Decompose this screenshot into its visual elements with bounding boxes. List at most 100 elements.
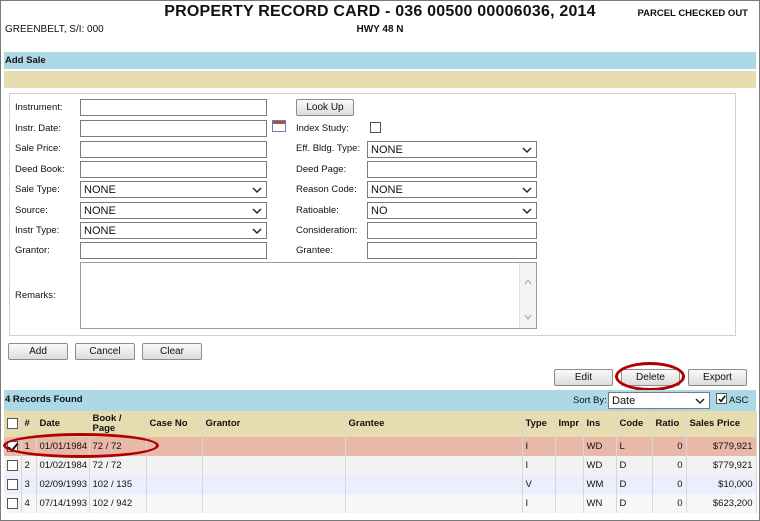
sort-by-label: Sort By:	[573, 395, 607, 406]
row-grantee	[345, 437, 523, 456]
reason-code-label: Reason Code:	[296, 184, 357, 195]
row-ratio: 0	[652, 475, 687, 494]
check-icon	[718, 395, 726, 403]
row-date: 07/14/1993	[36, 494, 90, 513]
table-row[interactable]: 4 07/14/1993 102 / 942 I WN D 0 $623,200	[4, 494, 757, 513]
row-checkbox[interactable]	[7, 497, 18, 509]
instr-type-select[interactable]: NONE	[80, 222, 267, 239]
col-impr[interactable]: Impr	[555, 411, 584, 437]
row-highlight-annotation	[3, 433, 159, 458]
row-date: 02/09/1993	[36, 475, 90, 494]
consideration-input[interactable]	[367, 222, 537, 239]
source-label: Source:	[15, 205, 48, 216]
row-number: 3	[21, 475, 37, 494]
instrument-input[interactable]	[80, 99, 267, 116]
instr-date-input[interactable]	[80, 120, 267, 137]
row-date: 01/02/1984	[36, 456, 90, 475]
sales-table: # Date Book / Page Case No Grantor Grant…	[4, 411, 757, 513]
eff-bldg-type-select[interactable]: NONE	[367, 141, 537, 158]
clear-button[interactable]: Clear	[142, 343, 202, 360]
row-case-no	[146, 494, 203, 513]
grantee-input[interactable]	[367, 242, 537, 259]
instr-date-label: Instr. Date:	[15, 123, 61, 134]
row-ins: WD	[583, 437, 617, 456]
select-all-checkbox[interactable]	[7, 418, 18, 430]
grantee-label: Grantee:	[296, 245, 333, 256]
row-sales-price: $779,921	[686, 456, 757, 475]
row-ratio: 0	[652, 437, 687, 456]
parcel-status: PARCEL CHECKED OUT	[637, 8, 749, 19]
row-select-cell[interactable]	[4, 494, 22, 513]
deed-book-input[interactable]	[80, 161, 267, 178]
sort-by-select[interactable]: Date	[608, 392, 710, 409]
reason-code-select[interactable]: NONE	[367, 181, 537, 198]
col-ratio[interactable]: Ratio	[652, 411, 687, 437]
ratioable-value: NO	[371, 205, 388, 217]
cancel-button[interactable]: Cancel	[75, 343, 135, 360]
table-row[interactable]: 2 01/02/1984 72 / 72 I WD D 0 $779,921	[4, 456, 757, 475]
source-select[interactable]: NONE	[80, 202, 267, 219]
deed-book-label: Deed Book:	[15, 164, 65, 175]
table-row[interactable]: 3 02/09/1993 102 / 135 V WM D 0 $10,000	[4, 475, 757, 494]
sale-price-label: Sale Price:	[15, 143, 61, 154]
col-code[interactable]: Code	[616, 411, 653, 437]
export-button[interactable]: Export	[688, 369, 747, 386]
row-impr	[555, 437, 584, 456]
row-grantee	[345, 494, 523, 513]
col-type[interactable]: Type	[522, 411, 556, 437]
remarks-label: Remarks:	[15, 290, 56, 301]
road-label: HWY 48 N	[356, 24, 404, 35]
row-select-cell[interactable]	[4, 456, 22, 475]
col-case-no[interactable]: Case No	[146, 411, 203, 437]
row-book-page: 72 / 72	[89, 456, 147, 475]
row-checkbox[interactable]	[7, 459, 18, 471]
look-up-button[interactable]: Look Up	[296, 99, 354, 116]
chevron-down-icon	[522, 147, 532, 154]
deed-page-input[interactable]	[367, 161, 537, 178]
add-sale-bar: Add Sale	[4, 52, 756, 69]
chevron-down-icon	[252, 228, 262, 235]
row-sales-price: $623,200	[686, 494, 757, 513]
row-sales-price: $10,000	[686, 475, 757, 494]
section-title: Add Sale	[5, 55, 46, 66]
row-type: V	[522, 475, 556, 494]
row-case-no	[146, 456, 203, 475]
index-study-checkbox[interactable]	[370, 122, 381, 133]
table-header-row: # Date Book / Page Case No Grantor Grant…	[4, 411, 757, 437]
sale-type-select[interactable]: NONE	[80, 181, 267, 198]
col-sales-price[interactable]: Sales Price	[686, 411, 757, 437]
edit-button[interactable]: Edit	[554, 369, 613, 386]
row-checkbox[interactable]	[7, 478, 18, 490]
index-study-label: Index Study:	[296, 123, 349, 134]
row-code: L	[616, 437, 653, 456]
add-button[interactable]: Add	[8, 343, 68, 360]
col-number[interactable]: #	[21, 411, 37, 437]
row-case-no	[146, 475, 203, 494]
col-grantee[interactable]: Grantee	[345, 411, 523, 437]
sale-price-input[interactable]	[80, 141, 267, 158]
row-select-cell[interactable]	[4, 475, 22, 494]
consideration-label: Consideration:	[296, 225, 358, 236]
scroll-down-icon[interactable]	[524, 314, 532, 320]
ratioable-select[interactable]: NO	[367, 202, 537, 219]
row-ins: WD	[583, 456, 617, 475]
grantor-input[interactable]	[80, 242, 267, 259]
row-grantee	[345, 475, 523, 494]
scroll-up-icon[interactable]	[524, 279, 532, 285]
col-grantor[interactable]: Grantor	[202, 411, 346, 437]
calendar-icon[interactable]	[272, 120, 286, 132]
row-sales-price: $779,921	[686, 437, 757, 456]
col-ins[interactable]: Ins	[583, 411, 617, 437]
sort-by-value: Date	[612, 395, 636, 407]
select-all-cell[interactable]	[4, 411, 22, 437]
instrument-label: Instrument:	[15, 102, 63, 113]
remarks-scrollbar[interactable]	[519, 263, 536, 328]
remarks-textarea[interactable]	[80, 262, 537, 329]
instr-type-label: Instr Type:	[15, 225, 60, 236]
sale-type-value: NONE	[84, 184, 116, 196]
row-ratio: 0	[652, 494, 687, 513]
eff-bldg-type-label: Eff. Bldg. Type:	[296, 143, 361, 154]
chevron-down-icon	[695, 398, 705, 405]
asc-checkbox[interactable]	[716, 393, 727, 404]
row-code: D	[616, 456, 653, 475]
